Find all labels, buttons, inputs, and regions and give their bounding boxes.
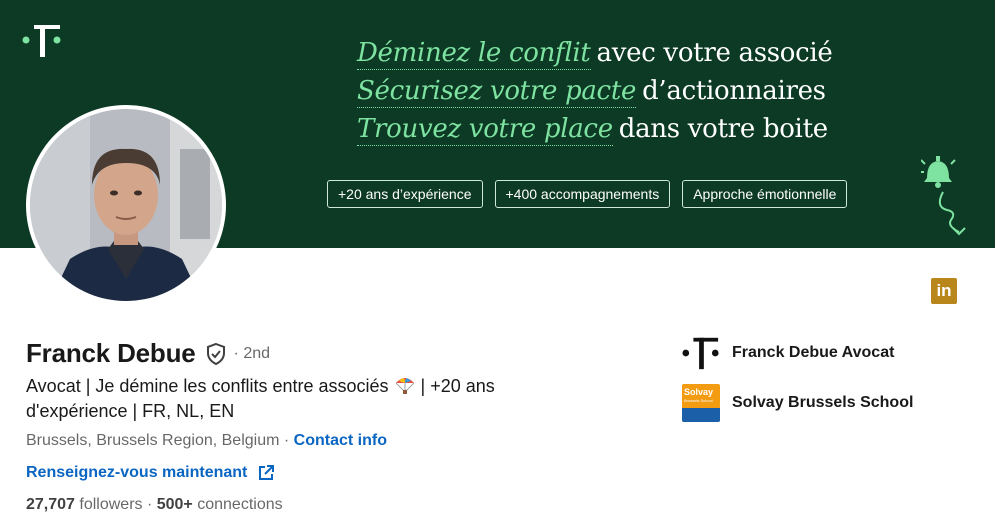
school-name: Solvay Brussels School bbox=[732, 394, 914, 411]
contact-info-link[interactable]: Contact info bbox=[294, 432, 387, 449]
connections-count[interactable]: 500+ bbox=[157, 496, 193, 513]
learn-more-link[interactable]: Renseignez-vous maintenant bbox=[26, 464, 275, 482]
tagline-3: Trouvez votre place dans votre boite bbox=[357, 114, 828, 146]
school-logo-icon: Solvay Brussels School bbox=[682, 384, 720, 422]
current-company-item[interactable]: Franck Debue Avocat bbox=[682, 334, 894, 372]
connection-degree: · 2nd bbox=[233, 344, 271, 362]
pill-accompaniments: +400 accompagnements bbox=[494, 180, 671, 208]
profile-location-row: Brussels, Brussels Region, Belgium · Con… bbox=[26, 432, 387, 449]
followers-count: 27,707 bbox=[26, 496, 75, 513]
profile-headline: Avocat | Je démine les conflits entre as… bbox=[26, 376, 495, 421]
external-link-icon bbox=[259, 465, 275, 480]
profile-stats: 27,707 followers · 500+ connections bbox=[26, 496, 283, 513]
verified-shield-icon[interactable] bbox=[204, 342, 228, 366]
banner-taglines: Déminez le conflit avec votre associé Séc… bbox=[357, 34, 833, 148]
company-logo-icon bbox=[682, 334, 720, 372]
banner-pills: +20 ans d’expérience +400 accompagnement… bbox=[327, 180, 848, 208]
linkedin-icon[interactable]: in bbox=[931, 278, 957, 304]
profile-name: Franck Debue bbox=[26, 338, 196, 368]
company-name: Franck Debue Avocat bbox=[732, 344, 895, 361]
avatar-photo bbox=[30, 109, 222, 301]
tagline-1: Déminez le conflit avec votre associé bbox=[357, 38, 833, 70]
tagline-2: Sécurisez votre pacte d’actionnaires bbox=[357, 76, 826, 108]
profile-location: Brussels, Brussels Region, Belgium bbox=[26, 432, 280, 449]
pill-experience: +20 ans d’expérience bbox=[327, 180, 483, 208]
brand-logo-icon bbox=[22, 25, 61, 57]
profile-avatar[interactable] bbox=[26, 105, 226, 305]
profile-name-row: Franck Debue · 2nd bbox=[26, 338, 270, 369]
parachute-icon bbox=[395, 378, 414, 394]
pill-approach: Approche émotionnelle bbox=[682, 180, 848, 208]
education-item[interactable]: Solvay Brussels School Solvay Brussels S… bbox=[682, 384, 913, 422]
bell-icon bbox=[921, 156, 966, 236]
